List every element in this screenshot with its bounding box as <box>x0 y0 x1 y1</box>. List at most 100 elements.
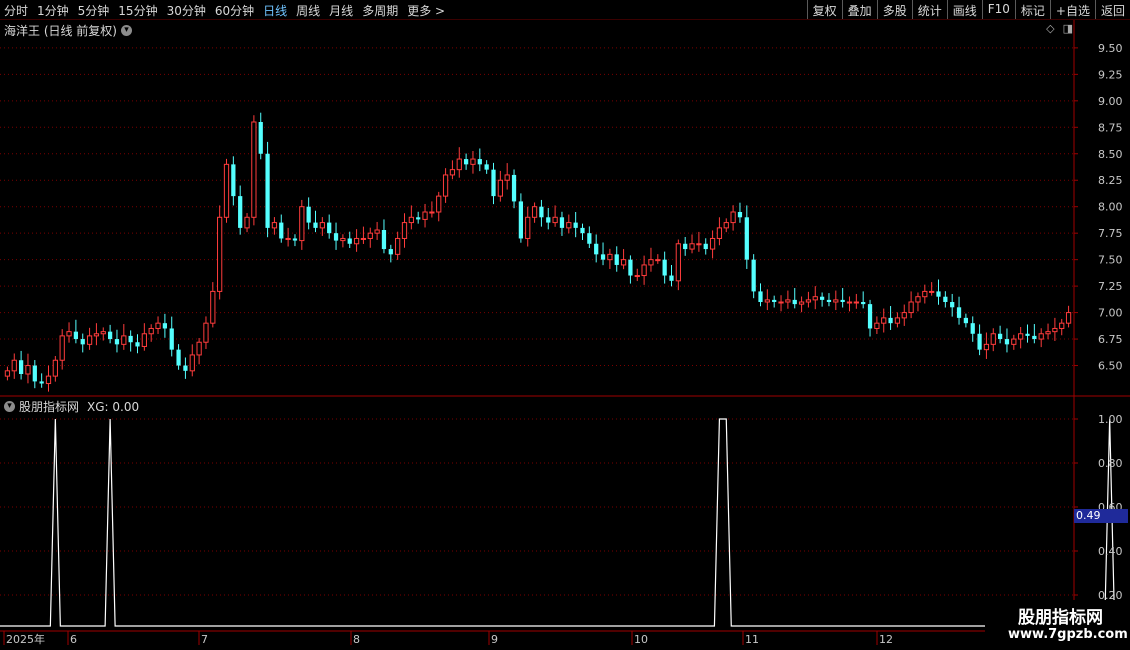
candle <box>805 291 812 308</box>
candle <box>683 236 688 256</box>
candle <box>258 112 263 160</box>
diamond-icon[interactable]: ◇ <box>1046 22 1054 35</box>
main-chart-title: 海洋王 (日线 前复权) ▾ <box>4 22 132 39</box>
candle <box>580 223 585 240</box>
candle <box>894 312 901 328</box>
candle <box>648 247 654 272</box>
candle-body <box>655 259 661 262</box>
candle <box>655 254 661 264</box>
candle-body <box>908 301 914 314</box>
candle <box>1065 305 1072 328</box>
candle-body <box>634 275 640 278</box>
chevron-down-icon[interactable]: ▾ <box>4 401 15 412</box>
candle <box>956 296 962 325</box>
candle-body <box>491 169 496 197</box>
candle <box>888 306 893 330</box>
candle <box>231 156 236 206</box>
price-tick-label: 7.50 <box>1098 254 1123 267</box>
date-tick-label: 2025年 <box>6 632 45 646</box>
candle-body <box>628 259 633 276</box>
candle-body <box>80 339 85 345</box>
stock-title: 海洋王 (日线 前复权) <box>4 24 117 38</box>
candle <box>716 217 723 246</box>
candle-body <box>333 233 339 241</box>
candle-body <box>217 216 223 292</box>
indicator-xg-value: XG: 0.00 <box>87 399 140 414</box>
candle-body <box>778 301 784 304</box>
candle <box>189 344 195 377</box>
candle <box>477 148 482 172</box>
candle-body <box>367 232 373 239</box>
candle <box>997 325 1003 344</box>
candle-body <box>531 206 538 218</box>
candle-body <box>319 222 325 229</box>
price-tick-label: 8.00 <box>1098 201 1123 214</box>
candle <box>1059 318 1065 336</box>
candle <box>408 205 414 230</box>
candle-body <box>853 301 859 304</box>
candle <box>662 251 667 284</box>
candle <box>511 169 517 209</box>
candle-body <box>244 216 250 229</box>
chevron-down-icon[interactable]: ▾ <box>121 25 132 36</box>
candle <box>792 288 797 309</box>
candle <box>80 333 85 353</box>
candle <box>552 205 558 227</box>
candle-body <box>1065 312 1072 324</box>
candle <box>73 319 79 344</box>
candle <box>504 163 510 190</box>
candle-body <box>798 301 805 305</box>
candle-body <box>456 158 462 171</box>
candle <box>970 316 975 342</box>
candle-body <box>819 296 825 300</box>
candle <box>819 292 825 307</box>
chart-canvas[interactable]: 9.50 9.25 9.00 8.75 8.50 8.25 8.00 7.75 7.50 7.25… <box>0 0 1130 650</box>
candle <box>977 324 982 356</box>
candle <box>463 153 469 170</box>
candle <box>983 332 990 359</box>
candle <box>853 293 859 309</box>
candle <box>696 231 702 252</box>
date-tick-label: 11 <box>745 633 759 646</box>
candle-body <box>703 243 708 250</box>
candle <box>737 202 743 223</box>
candle-body <box>552 216 558 224</box>
candle <box>881 308 887 333</box>
candle <box>271 217 278 235</box>
price-tick-label: 7.00 <box>1098 307 1123 320</box>
candle <box>313 210 318 233</box>
candle-body <box>251 121 257 218</box>
chart-corner-icons: ◇ ◨ <box>1046 22 1073 35</box>
candle <box>525 206 531 247</box>
candle <box>183 357 188 379</box>
candle-body <box>196 341 202 356</box>
candle-body <box>669 275 674 281</box>
candle-body <box>504 174 510 181</box>
candle-body <box>846 301 853 304</box>
candle <box>436 191 442 222</box>
candle <box>196 338 202 365</box>
candle <box>600 242 606 266</box>
date-tick-label: 7 <box>201 633 208 646</box>
candle <box>210 282 216 328</box>
candle <box>785 290 791 309</box>
candle-body <box>436 195 442 213</box>
candle-body <box>511 174 517 202</box>
candle-body <box>518 201 524 239</box>
candle-body <box>388 249 393 255</box>
panel-toggle-icon[interactable]: ◨ <box>1063 22 1073 35</box>
candle <box>573 212 578 238</box>
candle <box>1038 328 1044 348</box>
candle <box>279 214 284 243</box>
candle <box>798 296 805 313</box>
price-axis: 9.50 9.25 9.00 8.75 8.50 8.25 8.00 7.75 7.50 7.25… <box>0 20 1130 632</box>
indicator-tick-label: 1.00 <box>1098 413 1123 426</box>
candle-body <box>470 158 476 165</box>
date-tick-label: 12 <box>879 633 893 646</box>
candle-body <box>594 243 599 255</box>
candle <box>353 229 360 252</box>
candle <box>744 205 749 269</box>
candle-body <box>114 339 120 345</box>
candle <box>723 218 729 233</box>
candle <box>491 162 496 205</box>
